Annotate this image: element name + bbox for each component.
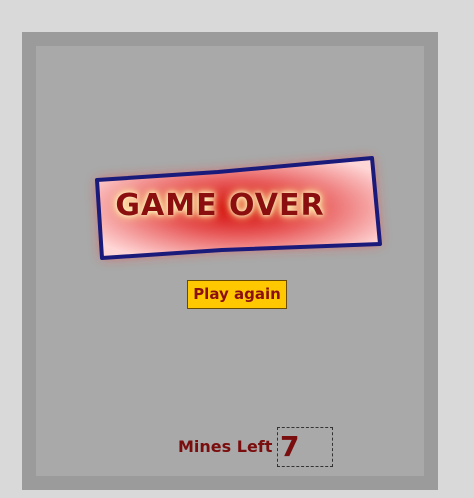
- play-again-button[interactable]: Play again: [187, 280, 287, 309]
- mines-left-label: Mines Left: [178, 437, 273, 456]
- game-over-title: GAME OVER: [115, 188, 325, 223]
- mines-left-counter: 7: [277, 427, 333, 467]
- game-over-banner: GAME OVER: [70, 140, 382, 280]
